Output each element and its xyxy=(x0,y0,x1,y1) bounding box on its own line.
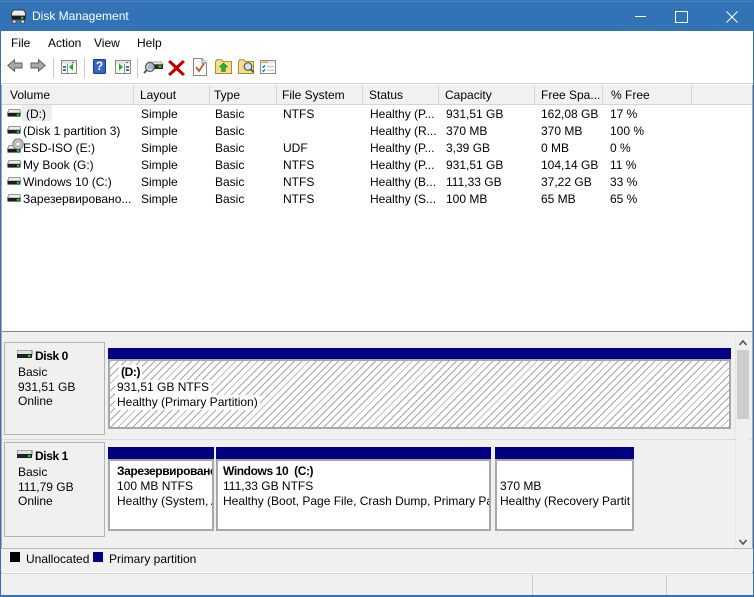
svg-text:?: ? xyxy=(96,59,103,73)
